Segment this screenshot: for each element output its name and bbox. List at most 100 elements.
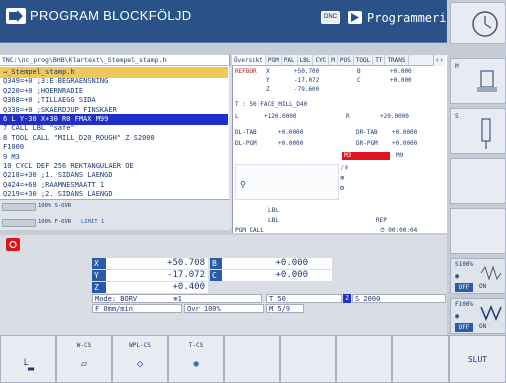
f-ovr-bar — [2, 219, 36, 227]
position-value-c: +0.000 — [222, 270, 332, 281]
gear-icon: ⚙ — [340, 184, 345, 192]
refbor-label: REFBÖR — [235, 68, 257, 75]
dial-icon: ⊕ — [340, 174, 345, 182]
softkey-slut[interactable]: SLUT — [449, 335, 506, 383]
dl-pgm-label: DL-PGM — [235, 140, 257, 147]
lbl1: LBL — [268, 207, 279, 214]
dr-pgm-value: +0.0000 — [392, 140, 418, 147]
refbor-value2: +0.000 — [390, 68, 412, 75]
mode-label: Mode: BÖRV — [95, 295, 138, 303]
f-off-toggle[interactable]: OFF — [455, 323, 473, 332]
pgm-call-label: PGM CALL — [235, 227, 264, 234]
softkey-empty-4[interactable] — [224, 335, 280, 383]
tab-pos[interactable]: POS — [338, 55, 354, 65]
softkey-wpl-cs[interactable]: WPL-CS ◇ — [112, 335, 168, 383]
tab-översikt[interactable]: Översikt — [232, 55, 266, 65]
tab-tool[interactable]: TOOL — [354, 55, 374, 65]
header-spacer — [0, 43, 447, 55]
corner-axis-icon: └▂ — [21, 360, 35, 371]
basic-rotation-icon: ⊕1 — [173, 295, 182, 303]
softkey-empty-0[interactable]: └▂ — [0, 335, 56, 383]
softkey-label: W-CS — [76, 342, 92, 349]
feed-override-knob[interactable]: F100% ◉ OFF ON — [450, 298, 506, 334]
axis-badge-b: B — [210, 258, 222, 269]
dr-tab-value: +0.0000 — [392, 129, 418, 136]
tab-lbl[interactable]: LBL — [298, 55, 314, 65]
softkey-t-cs[interactable]: T-CS ✺ — [168, 335, 224, 383]
probe-icon: ⁄ᵠ — [340, 164, 349, 172]
refbor-value: -17.072 — [294, 77, 320, 84]
axis-badge-c: C — [210, 270, 222, 281]
dr-pgm-label: DR-PGM — [356, 140, 378, 147]
tab-m[interactable]: M — [329, 55, 338, 65]
tool-line: T : 50 FACE_MILL_D40 — [235, 101, 308, 108]
tab-pgm[interactable]: PGM — [266, 55, 282, 65]
dl-pgm-value: +0.0000 — [278, 140, 304, 147]
mode-header: PROGRAM BLOCKFÖLJD DNC Programmering — [0, 0, 461, 43]
softkey-w-cs[interactable]: W-CS ▱ — [56, 335, 112, 383]
s-on-toggle[interactable]: ON — [479, 283, 486, 290]
axis-badge-x: X — [92, 258, 106, 269]
softkey-label: SLUT — [467, 355, 488, 364]
machine-status-button[interactable] — [450, 2, 506, 44]
refbor-axis: Y — [266, 77, 270, 84]
spindle-override-knob[interactable]: S100% ◉ OFF ON — [450, 258, 506, 294]
tool-field: T 50 — [266, 294, 342, 303]
position-value-b: +0.000 — [222, 258, 332, 269]
refbor-axis2: C — [357, 77, 361, 84]
f-on-toggle[interactable]: ON — [479, 323, 486, 330]
mode-field: Mode: BÖRV ⊕1 — [92, 294, 262, 303]
wrench-icon: ⚲ — [240, 180, 246, 189]
l-label: L — [235, 113, 239, 120]
rep-label: REP — [376, 217, 387, 224]
softkey-empty-7[interactable] — [392, 335, 449, 383]
lbl2: LBL — [268, 217, 279, 224]
l-value: +120.0000 — [264, 113, 297, 120]
r-value: +20.0000 — [380, 113, 409, 120]
mode-title: PROGRAM BLOCKFÖLJD — [30, 8, 192, 23]
status-tabs[interactable]: Översikt PGM PAL LBL CYC M POS TOOL TT TRANS — [232, 55, 445, 66]
softkey-empty-5[interactable] — [280, 335, 336, 383]
spindle-field: S 2000 — [352, 294, 446, 303]
tab-trans[interactable]: TRANS — [385, 55, 409, 65]
refbor-value: +50.700 — [294, 68, 320, 75]
m9-label: M9 — [396, 152, 404, 159]
s100-label: S100% — [455, 261, 474, 268]
override-field: Ovr 100% — [184, 304, 264, 313]
softkey-icon: ▱ — [80, 357, 88, 370]
softkey-icon: ◇ — [136, 357, 144, 370]
refbor-axis2: B — [357, 68, 361, 75]
tabs-scroll-icon[interactable]: ‹› — [433, 55, 445, 66]
axis-badge-y: Y — [92, 270, 106, 281]
position-display — [0, 235, 447, 335]
f100-label: F100% — [455, 301, 474, 308]
softkey-empty-6[interactable] — [336, 335, 392, 383]
refbor-axis: Z — [266, 86, 270, 93]
knob-icon: ◉ — [455, 272, 460, 280]
s-off-toggle[interactable]: OFF — [455, 283, 473, 292]
m3-badge: M3 — [342, 152, 390, 160]
position-value-y: -17.072 — [106, 270, 208, 281]
limit-label: LIMIT 1 — [81, 219, 105, 225]
machine-state-icon — [6, 238, 20, 251]
dl-tab-label: DL-TAB — [235, 129, 257, 136]
softkey-label: WPL-CS — [129, 342, 151, 349]
refbor-axis: X — [266, 68, 270, 75]
tab-pal[interactable]: PAL — [282, 55, 298, 65]
dr-tab-label: DR-TAB — [356, 129, 378, 136]
machine-softkey-m[interactable]: M — [450, 58, 506, 104]
dnc-badge: DNC — [321, 11, 340, 24]
r-label: R — [346, 113, 350, 120]
tab-cyc[interactable]: CYC — [313, 55, 330, 65]
refbor-value2: +0.000 — [390, 77, 412, 84]
machine-softkey-s[interactable]: S — [450, 108, 506, 154]
dl-tab-value: +0.0000 — [278, 129, 304, 136]
s-ovr-label: 100% S-OVR — [38, 203, 72, 209]
program-run-icon — [6, 8, 26, 24]
tab-tt[interactable]: TT — [373, 55, 386, 65]
machine-softkey-3[interactable] — [450, 158, 506, 204]
axis-badge-z: Z — [92, 282, 106, 293]
machine-softkey-4[interactable] — [450, 208, 506, 254]
softkey-label: T-CS — [188, 342, 204, 349]
knob-icon: ◉ — [455, 312, 460, 320]
